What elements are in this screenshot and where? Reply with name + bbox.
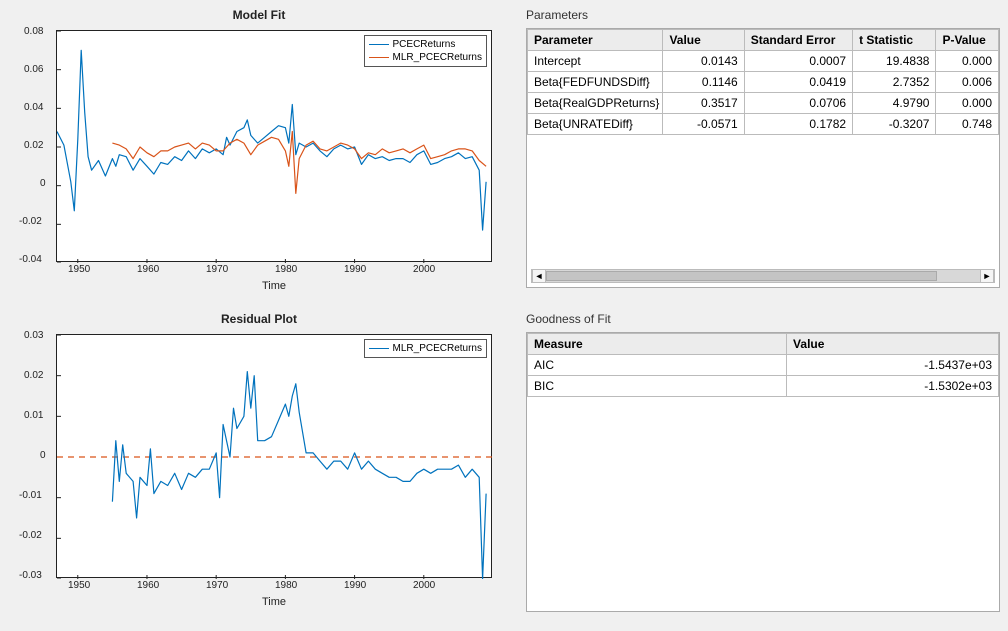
ytick: 0.08 [24,26,43,37]
legend-label: MLR_PCECReturns [393,342,482,355]
xtick: 1960 [137,264,159,275]
xtick: 1990 [344,264,366,275]
parameters-panel: Parameters Parameter Value Standard Erro… [518,4,1008,304]
scroll-left-arrow-icon[interactable]: ◄ [532,270,546,282]
scroll-thumb[interactable] [546,271,937,281]
table-cell: 0.0007 [744,51,852,72]
xtick: 2000 [413,580,435,591]
ytick: 0 [40,178,46,189]
col-header[interactable]: Measure [528,334,787,355]
model-fit-xlabel: Time [56,280,492,292]
ytick: -0.02 [19,530,42,541]
table-cell: 19.4838 [853,51,936,72]
table-cell: 0.0143 [663,51,744,72]
table-cell: Beta{RealGDPReturns} [528,93,663,114]
xtick: 1960 [137,580,159,591]
legend-label: MLR_PCECReturns [393,51,482,64]
ytick: 0.02 [24,370,43,381]
table-row[interactable]: Intercept0.01430.000719.48380.000 [528,51,999,72]
goodness-table: Measure Value AIC-1.5437e+03BIC-1.5302e+… [527,333,999,397]
table-cell: 0.3517 [663,93,744,114]
ytick: 0.03 [24,330,43,341]
ytick: 0.06 [24,64,43,75]
table-cell: 0.000 [936,93,999,114]
table-cell: 0.000 [936,51,999,72]
table-cell: AIC [528,355,787,376]
residual-legend: MLR_PCECReturns [364,339,487,358]
residual-svg [57,335,493,579]
parameters-table: Parameter Value Standard Error t Statist… [527,29,999,135]
residual-xlabel: Time [56,596,492,608]
col-header[interactable]: Value [663,30,744,51]
table-cell: Beta{FEDFUNDSDiff} [528,72,663,93]
xtick: 1950 [68,580,90,591]
table-cell: -0.0571 [663,114,744,135]
goodness-title: Goodness of Fit [526,312,1000,326]
table-row[interactable]: AIC-1.5437e+03 [528,355,999,376]
col-header[interactable]: Standard Error [744,30,852,51]
table-header-row: Measure Value [528,334,999,355]
table-cell: -1.5302e+03 [787,376,999,397]
col-header[interactable]: P-Value [936,30,999,51]
xtick: 2000 [413,264,435,275]
scroll-right-arrow-icon[interactable]: ► [980,270,994,282]
ytick: 0.02 [24,140,43,151]
table-cell: Beta{UNRATEDiff} [528,114,663,135]
parameters-title: Parameters [526,8,1000,22]
table-row[interactable]: Beta{FEDFUNDSDiff}0.11460.04192.73520.00… [528,72,999,93]
parameters-table-wrap: Parameter Value Standard Error t Statist… [526,28,1000,288]
scroll-track[interactable] [546,270,980,282]
goodness-panel: Goodness of Fit Measure Value AIC-1.5437… [518,308,1008,628]
model-fit-plot-area: PCECReturns MLR_PCECReturns [56,30,492,262]
table-cell: BIC [528,376,787,397]
table-header-row: Parameter Value Standard Error t Statist… [528,30,999,51]
ytick: 0 [40,450,46,461]
residual-panel: Residual Plot 0.03 0.02 0.01 0 -0.01 -0.… [4,308,514,628]
col-header[interactable]: t Statistic [853,30,936,51]
ytick: -0.04 [19,254,42,265]
col-header[interactable]: Value [787,334,999,355]
table-cell: 0.0419 [744,72,852,93]
ytick: 0.01 [24,410,43,421]
col-header[interactable]: Parameter [528,30,663,51]
goodness-table-wrap: Measure Value AIC-1.5437e+03BIC-1.5302e+… [526,332,1000,612]
xtick: 1980 [275,580,297,591]
table-cell: 0.0706 [744,93,852,114]
xtick: 1950 [68,264,90,275]
model-fit-title: Model Fit [4,8,514,22]
table-cell: -0.3207 [853,114,936,135]
xtick: 1970 [206,580,228,591]
xtick: 1990 [344,580,366,591]
table-cell: 0.006 [936,72,999,93]
table-cell: 0.748 [936,114,999,135]
table-cell: 0.1146 [663,72,744,93]
table-cell: -1.5437e+03 [787,355,999,376]
residual-title: Residual Plot [4,312,514,326]
ytick: -0.03 [19,570,42,581]
xtick: 1980 [275,264,297,275]
table-row[interactable]: Beta{UNRATEDiff}-0.05710.1782-0.32070.74… [528,114,999,135]
table-cell: 2.7352 [853,72,936,93]
ytick: -0.01 [19,490,42,501]
table-row[interactable]: Beta{RealGDPReturns}0.35170.07064.97900.… [528,93,999,114]
table-cell: Intercept [528,51,663,72]
legend-label: PCECReturns [393,38,456,51]
table-row[interactable]: BIC-1.5302e+03 [528,376,999,397]
ytick: -0.02 [19,216,42,227]
residual-plot-area: MLR_PCECReturns [56,334,492,578]
parameters-hscroll[interactable]: ◄ ► [531,269,995,283]
table-cell: 0.1782 [744,114,852,135]
model-fit-legend: PCECReturns MLR_PCECReturns [364,35,487,67]
xtick: 1970 [206,264,228,275]
table-cell: 4.9790 [853,93,936,114]
ytick: 0.04 [24,102,43,113]
model-fit-panel: Model Fit 0.08 0.06 0.04 0.02 0 -0.02 -0… [4,4,514,304]
